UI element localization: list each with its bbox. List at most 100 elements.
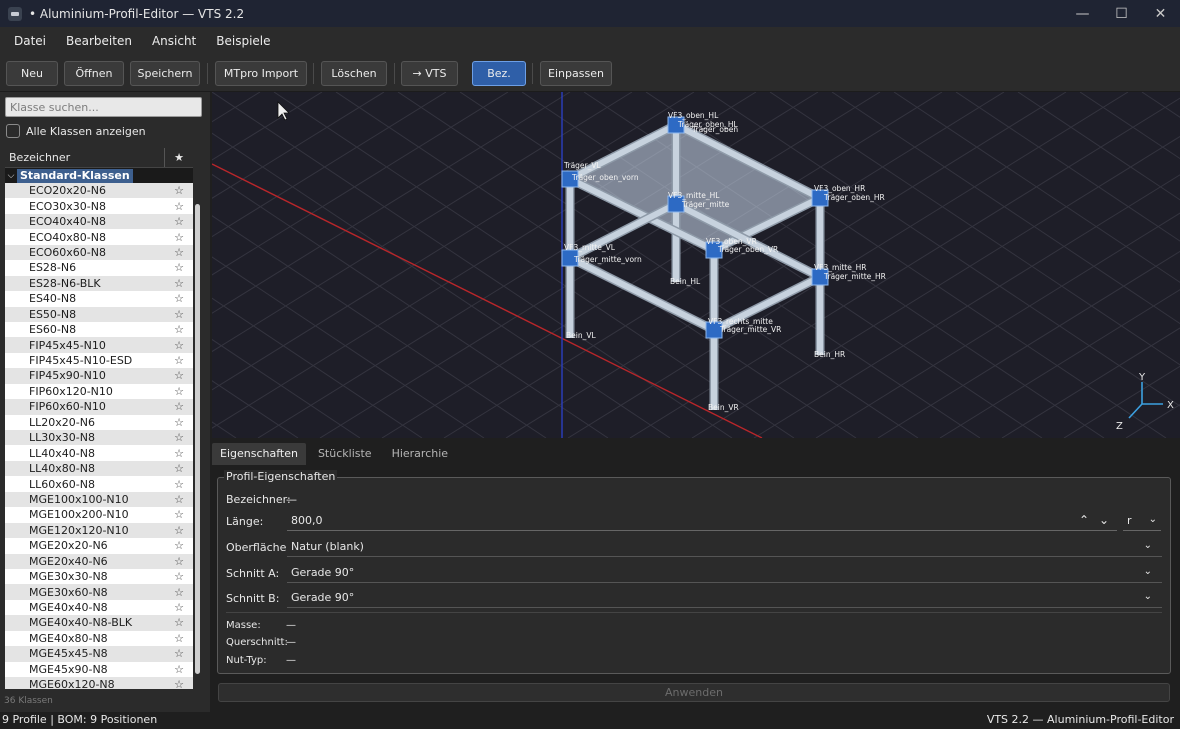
list-item[interactable]: ECO40x80-N8 ☆ bbox=[5, 229, 202, 245]
3d-scene[interactable]: VF3_oben_HLTräger_oben_HLTräger_obenTräg… bbox=[212, 92, 1180, 438]
favorite-star-icon[interactable]: ☆ bbox=[165, 385, 193, 398]
collapse-chevron-icon[interactable]: ⌵ bbox=[5, 171, 17, 181]
new-button[interactable]: Neu bbox=[6, 61, 58, 86]
list-item[interactable]: FIP45x45-N10-ESD ☆ bbox=[5, 352, 202, 369]
list-item[interactable]: MGE100x100-N10 ☆ bbox=[5, 491, 202, 508]
class-search-input[interactable] bbox=[5, 97, 202, 117]
favorite-star-icon[interactable]: ☆ bbox=[165, 354, 193, 367]
list-item[interactable]: ES40-N8 ☆ bbox=[5, 291, 202, 307]
favorite-star-icon[interactable]: ☆ bbox=[165, 447, 193, 460]
list-item[interactable]: MGE60x120-N8 ☆ bbox=[5, 677, 202, 689]
tab-properties[interactable]: Eigenschaften bbox=[212, 443, 306, 465]
surface-select[interactable]: Natur (blank) ⌄ bbox=[287, 537, 1162, 557]
list-item[interactable]: LL40x40-N8 ☆ bbox=[5, 445, 202, 461]
favorite-star-icon[interactable]: ☆ bbox=[165, 323, 193, 336]
list-item[interactable]: MGE40x40-N8-BLK ☆ bbox=[5, 615, 202, 631]
length-unit-select[interactable]: r ⌄ bbox=[1123, 511, 1161, 531]
favorite-star-icon[interactable]: ☆ bbox=[165, 508, 193, 521]
stepper-up-icon[interactable]: ⌃ bbox=[1079, 513, 1089, 527]
favorite-star-icon[interactable]: ☆ bbox=[165, 478, 193, 491]
favorite-star-icon[interactable]: ☆ bbox=[165, 184, 193, 197]
list-item[interactable]: MGE20x20-N6 ☆ bbox=[5, 538, 202, 554]
list-item[interactable]: FIP60x120-N10 ☆ bbox=[5, 383, 202, 400]
favorite-star-icon[interactable]: ☆ bbox=[165, 647, 193, 660]
tab-hierarchy[interactable]: Hierarchie bbox=[384, 443, 456, 465]
mtpro-import-button[interactable]: MTpro Import bbox=[215, 61, 307, 86]
favorite-star-icon[interactable]: ☆ bbox=[165, 493, 193, 506]
menu-edit[interactable]: Bearbeiten bbox=[56, 34, 142, 48]
close-button[interactable]: ✕ bbox=[1141, 0, 1180, 27]
list-item[interactable]: LL60x60-N8 ☆ bbox=[5, 476, 202, 492]
favorite-star-icon[interactable]: ☆ bbox=[165, 431, 193, 444]
length-field[interactable]: 800,0 ⌃ ⌄ bbox=[287, 511, 1117, 531]
list-item[interactable]: MGE30x60-N8 ☆ bbox=[5, 584, 202, 600]
list-item[interactable]: FIP45x90-N10 ☆ bbox=[5, 368, 202, 384]
list-item[interactable]: FIP60x60-N10 ☆ bbox=[5, 399, 202, 415]
favorite-star-icon[interactable]: ☆ bbox=[165, 601, 193, 614]
favorite-star-icon[interactable]: ☆ bbox=[165, 308, 193, 321]
favorite-star-icon[interactable]: ☆ bbox=[165, 678, 193, 689]
minimize-button[interactable]: — bbox=[1063, 0, 1102, 27]
show-all-classes-row[interactable]: Alle Klassen anzeigen bbox=[6, 124, 146, 138]
favorite-star-icon[interactable]: ☆ bbox=[165, 632, 193, 645]
favorite-star-icon[interactable]: ☆ bbox=[165, 339, 193, 352]
open-button[interactable]: Öffnen bbox=[64, 61, 124, 86]
menu-view[interactable]: Ansicht bbox=[142, 34, 206, 48]
favorite-star-icon[interactable]: ☆ bbox=[165, 215, 193, 228]
column-header-name[interactable]: Bezeichner bbox=[5, 148, 165, 167]
apply-button[interactable]: Anwenden bbox=[218, 683, 1170, 702]
list-item[interactable]: MGE120x120-N10 ☆ bbox=[5, 522, 202, 539]
favorite-star-icon[interactable]: ☆ bbox=[165, 231, 193, 244]
list-item[interactable]: ES28-N6 ☆ bbox=[5, 260, 202, 276]
favorite-star-icon[interactable]: ☆ bbox=[165, 524, 193, 537]
favorite-star-icon[interactable]: ☆ bbox=[165, 261, 193, 274]
favorite-star-icon[interactable]: ☆ bbox=[165, 539, 193, 552]
favorite-star-icon[interactable]: ☆ bbox=[165, 555, 193, 568]
column-header-favorite[interactable]: ★ bbox=[165, 148, 193, 167]
fit-view-button[interactable]: Einpassen bbox=[540, 61, 612, 86]
list-item[interactable]: MGE45x90-N8 ☆ bbox=[5, 661, 202, 677]
favorite-star-icon[interactable]: ☆ bbox=[165, 416, 193, 429]
menu-file[interactable]: Datei bbox=[4, 34, 56, 48]
tree-scrollbar[interactable] bbox=[193, 148, 202, 689]
favorite-star-icon[interactable]: ☆ bbox=[165, 570, 193, 583]
favorite-star-icon[interactable]: ☆ bbox=[165, 586, 193, 599]
list-item[interactable]: MGE30x30-N8 ☆ bbox=[5, 568, 202, 585]
menu-examples[interactable]: Beispiele bbox=[206, 34, 280, 48]
favorite-star-icon[interactable]: ☆ bbox=[165, 462, 193, 475]
3d-viewport[interactable]: VF3_oben_HL Träger_oben_HL Träger_oben Träg… bbox=[212, 92, 1180, 438]
cut-a-select[interactable]: Gerade 90° ⌄ bbox=[287, 563, 1162, 583]
labels-toggle-button[interactable]: Bez. bbox=[472, 61, 526, 86]
favorite-star-icon[interactable]: ☆ bbox=[165, 400, 193, 413]
favorite-star-icon[interactable]: ☆ bbox=[165, 277, 193, 290]
list-item[interactable]: ECO30x30-N8 ☆ bbox=[5, 198, 202, 214]
delete-button[interactable]: Löschen bbox=[321, 61, 387, 86]
favorite-star-icon[interactable]: ☆ bbox=[165, 369, 193, 382]
to-vts-button[interactable]: → VTS bbox=[401, 61, 458, 86]
list-item[interactable]: FIP45x45-N10 ☆ bbox=[5, 337, 202, 353]
list-item[interactable]: MGE20x40-N6 ☆ bbox=[5, 553, 202, 569]
scrollbar-thumb[interactable] bbox=[195, 204, 200, 674]
list-item[interactable]: MGE40x40-N8 ☆ bbox=[5, 599, 202, 616]
list-item[interactable]: ECO40x40-N8 ☆ bbox=[5, 213, 202, 230]
list-item[interactable]: MGE45x45-N8 ☆ bbox=[5, 646, 202, 662]
save-button[interactable]: Speichern bbox=[130, 61, 200, 86]
cut-b-select[interactable]: Gerade 90° ⌄ bbox=[287, 588, 1162, 608]
favorite-star-icon[interactable]: ☆ bbox=[165, 616, 193, 629]
stepper-down-icon[interactable]: ⌄ bbox=[1099, 513, 1109, 527]
list-item[interactable]: MGE40x80-N8 ☆ bbox=[5, 630, 202, 647]
tab-bom[interactable]: Stückliste bbox=[310, 443, 380, 465]
list-item[interactable]: ES50-N8 ☆ bbox=[5, 306, 202, 322]
list-item[interactable]: ES28-N6-BLK ☆ bbox=[5, 275, 202, 292]
list-item[interactable]: LL30x30-N8 ☆ bbox=[5, 430, 202, 446]
list-item[interactable]: ES60-N8 ☆ bbox=[5, 321, 202, 338]
tree-group-standard[interactable]: ⌵ Standard-Klassen bbox=[5, 168, 202, 183]
favorite-star-icon[interactable]: ☆ bbox=[165, 200, 193, 213]
show-all-classes-checkbox[interactable] bbox=[6, 124, 20, 138]
list-item[interactable]: LL20x20-N6 ☆ bbox=[5, 414, 202, 430]
list-item[interactable]: ECO20x20-N6 ☆ bbox=[5, 183, 202, 199]
favorite-star-icon[interactable]: ☆ bbox=[165, 292, 193, 305]
list-item[interactable]: LL40x80-N8 ☆ bbox=[5, 460, 202, 477]
maximize-button[interactable]: ☐ bbox=[1102, 0, 1141, 27]
list-item[interactable]: MGE100x200-N10 ☆ bbox=[5, 507, 202, 523]
